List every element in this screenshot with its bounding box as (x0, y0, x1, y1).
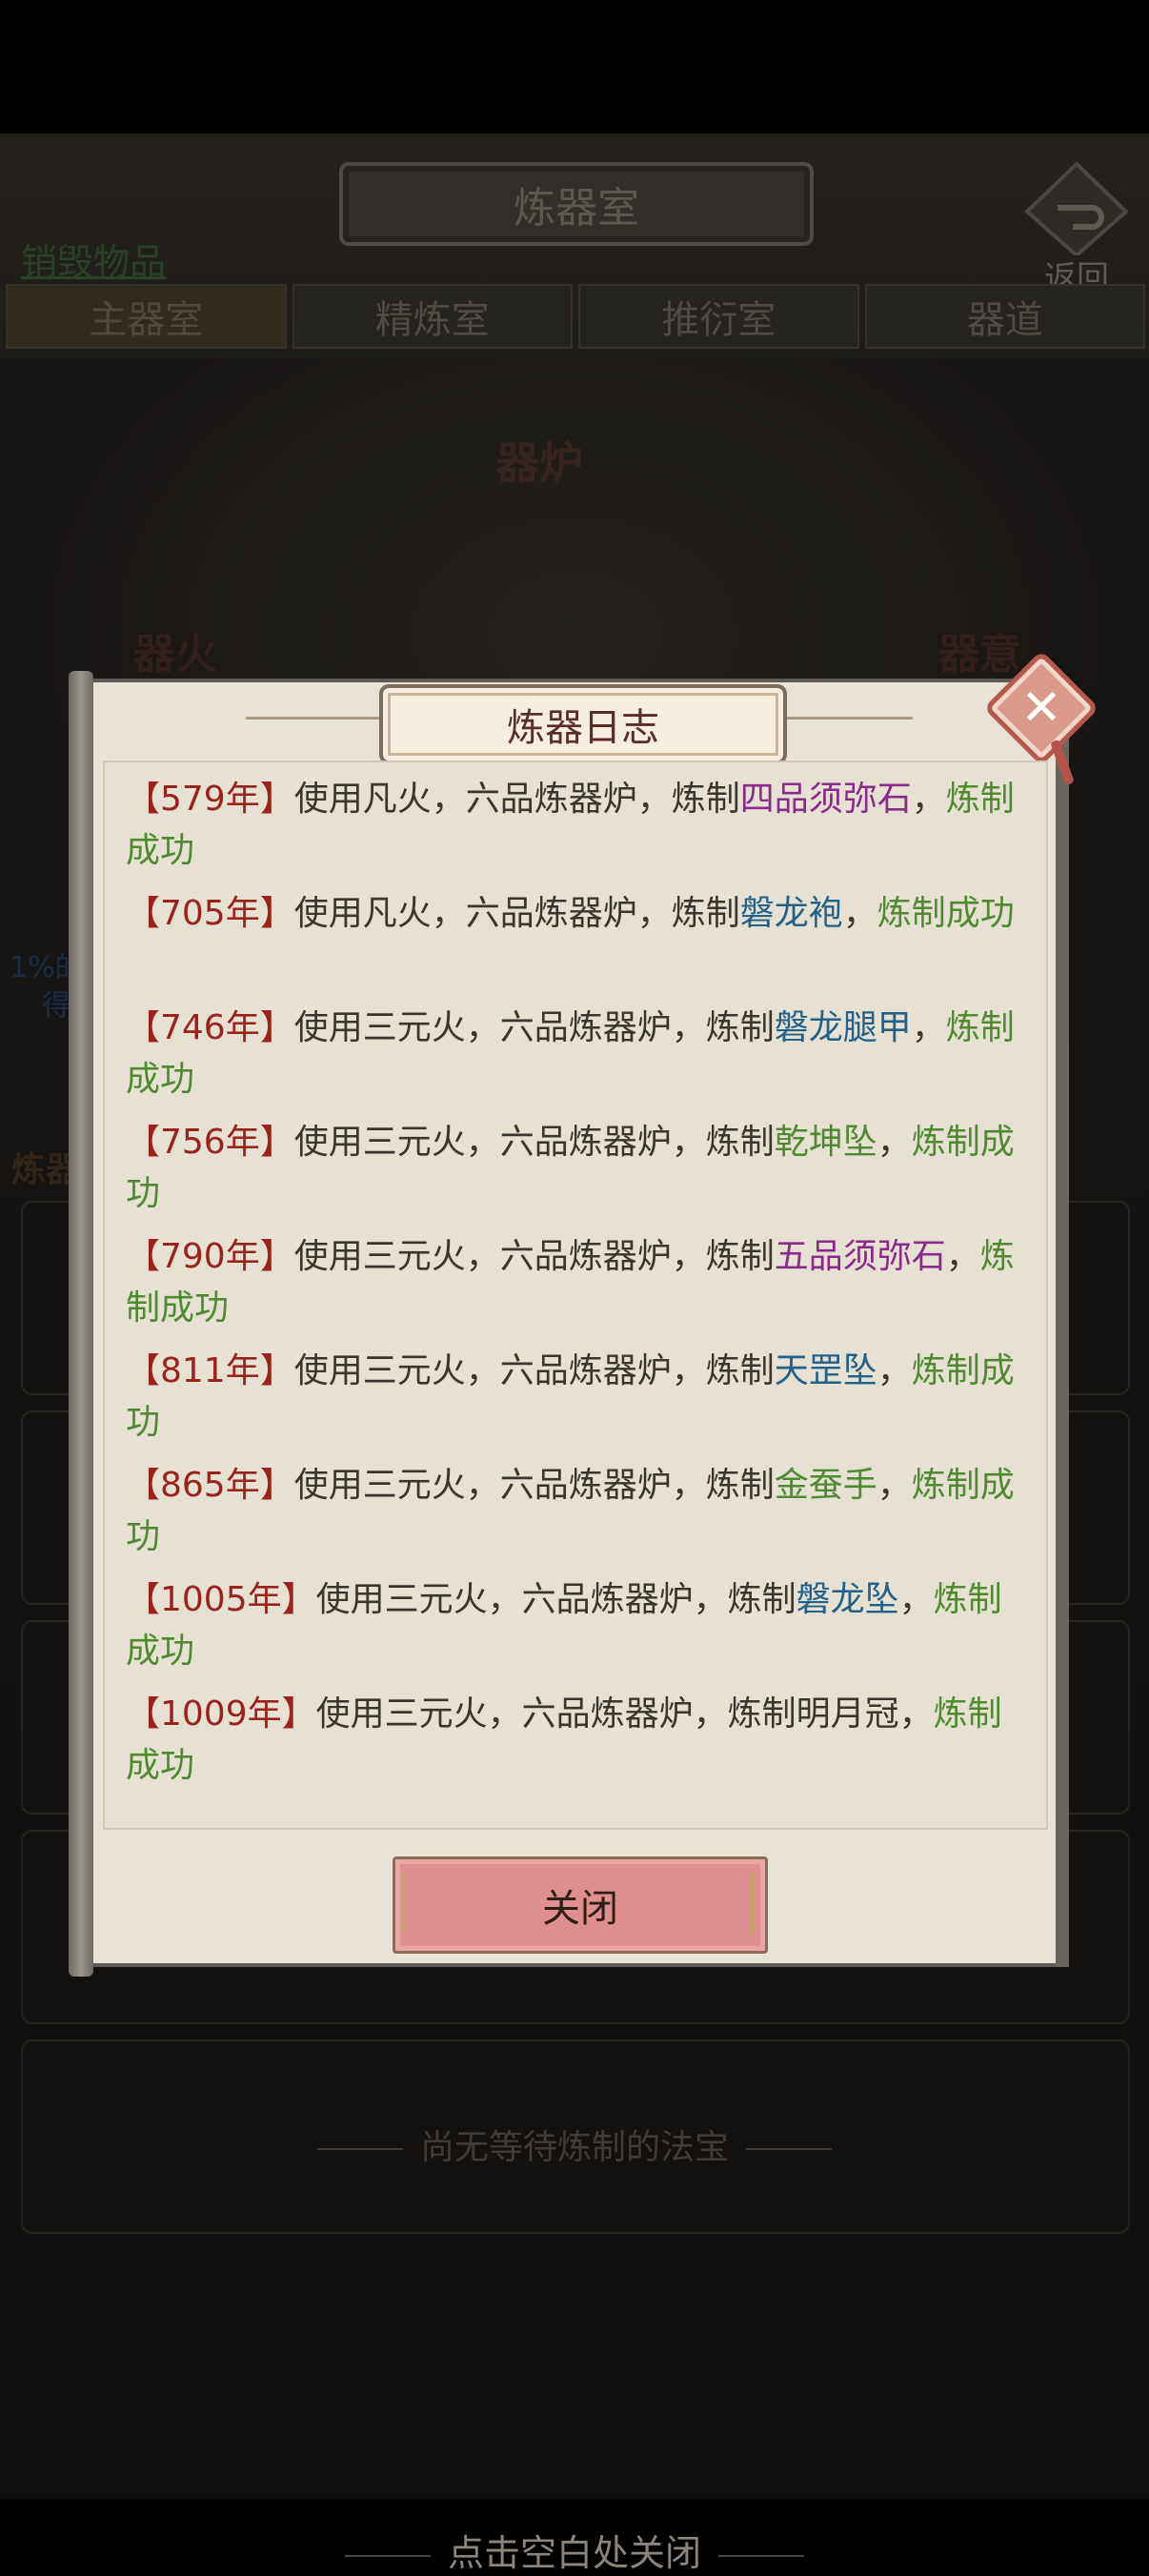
button-decoration (750, 1873, 754, 1934)
log-action: 使用凡火，六品炼器炉，炼制 (293, 780, 740, 819)
close-icon: ✕ (1020, 679, 1062, 737)
log-year: 【705年】 (126, 894, 294, 933)
log-entry: 【790年】使用三元火，六品炼器炉，炼制五品须弥石，炼制成功 (105, 1231, 1046, 1346)
log-entry: 【705年】使用凡火，六品炼器炉，炼制磐龙袍，炼制成功 (105, 888, 1046, 1003)
log-item-name: 四品须弥石 (739, 780, 912, 819)
log-item-name: 乾坤坠 (774, 1123, 877, 1162)
log-year: 【1005年】 (126, 1580, 316, 1619)
log-item-name: 明月冠 (796, 1694, 899, 1734)
forge-log-dialog: 炼器日志 ✕ 【579年】使用凡火，六品炼器炉，炼制四品须弥石，炼制成功 【705… (69, 650, 1099, 1977)
close-button-label: 关闭 (542, 1887, 618, 1931)
log-item-name: 金蚕手 (774, 1466, 877, 1505)
log-action: 使用三元火，六品炼器炉，炼制 (293, 1466, 775, 1505)
log-item-name: 磐龙袍 (739, 894, 843, 933)
log-item-name: 天罡坠 (774, 1351, 877, 1390)
title-decoration (246, 717, 389, 720)
tap-to-close-hint[interactable]: 点击空白处关闭 (0, 2524, 1149, 2576)
log-entry: 【1009年】使用三元火，六品炼器炉，炼制明月冠，炼制成功 (105, 1689, 1046, 1803)
log-year: 【746年】 (126, 1008, 294, 1047)
log-list: 【579年】使用凡火，六品炼器炉，炼制四品须弥石，炼制成功 【705年】使用凡火，… (105, 762, 1046, 1803)
log-entry: 【746年】使用三元火，六品炼器炉，炼制磐龙腿甲，炼制成功 (105, 1003, 1046, 1117)
log-item-name: 五品须弥石 (774, 1237, 946, 1276)
log-entry: 【865年】使用三元火，六品炼器炉，炼制金蚕手，炼制成功 (105, 1460, 1046, 1574)
button-decoration (401, 1873, 405, 1934)
dialog-title-plate: 炼器日志 (379, 684, 787, 764)
log-action: 使用三元火，六品炼器炉，炼制 (315, 1580, 796, 1619)
log-separator: ， (877, 1351, 912, 1390)
log-year: 【579年】 (126, 780, 294, 819)
scroll-rail (69, 671, 93, 1977)
log-separator: ， (898, 1694, 934, 1734)
log-entry: 【811年】使用三元火，六品炼器炉，炼制天罡坠，炼制成功 (105, 1346, 1046, 1460)
log-action: 使用三元火，六品炼器炉，炼制 (293, 1008, 775, 1047)
log-entry: 【1005年】使用三元火，六品炼器炉，炼制磐龙坠，炼制成功 (105, 1574, 1046, 1689)
log-year: 【865年】 (126, 1466, 294, 1505)
log-separator: ， (877, 1466, 912, 1505)
log-separator: ， (911, 780, 946, 819)
log-year: 【811年】 (126, 1351, 294, 1390)
log-action: 使用三元火，六品炼器炉，炼制 (315, 1694, 796, 1734)
log-year: 【790年】 (126, 1237, 294, 1276)
log-item-name: 磐龙坠 (796, 1580, 899, 1619)
log-item-name: 磐龙腿甲 (774, 1008, 912, 1047)
log-year: 【756年】 (126, 1123, 294, 1162)
tap-to-close-label: 点击空白处关闭 (447, 2532, 701, 2574)
log-result: 炼制成功 (877, 894, 1015, 933)
log-action: 使用三元火，六品炼器炉，炼制 (293, 1351, 775, 1390)
log-separator: ， (911, 1008, 946, 1047)
log-separator: ， (898, 1580, 934, 1619)
log-list-panel[interactable]: 【579年】使用凡火，六品炼器炉，炼制四品须弥石，炼制成功 【705年】使用凡火，… (103, 761, 1048, 1830)
dialog-edge (1056, 682, 1069, 1967)
log-entry: 【579年】使用凡火，六品炼器炉，炼制四品须弥石，炼制成功 (105, 774, 1046, 888)
log-action: 使用三元火，六品炼器炉，炼制 (293, 1123, 775, 1162)
title-decoration (770, 717, 913, 720)
dialog-title: 炼器日志 (507, 706, 659, 750)
close-button[interactable]: 关闭 (393, 1856, 768, 1954)
log-action: 使用凡火，六品炼器炉，炼制 (293, 894, 740, 933)
log-separator: ， (877, 1123, 912, 1162)
log-year: 【1009年】 (126, 1694, 316, 1734)
log-entry: 【756年】使用三元火，六品炼器炉，炼制乾坤坠，炼制成功 (105, 1117, 1046, 1231)
log-separator: ， (945, 1237, 980, 1276)
log-separator: ， (842, 894, 877, 933)
log-action: 使用三元火，六品炼器炉，炼制 (293, 1237, 775, 1276)
